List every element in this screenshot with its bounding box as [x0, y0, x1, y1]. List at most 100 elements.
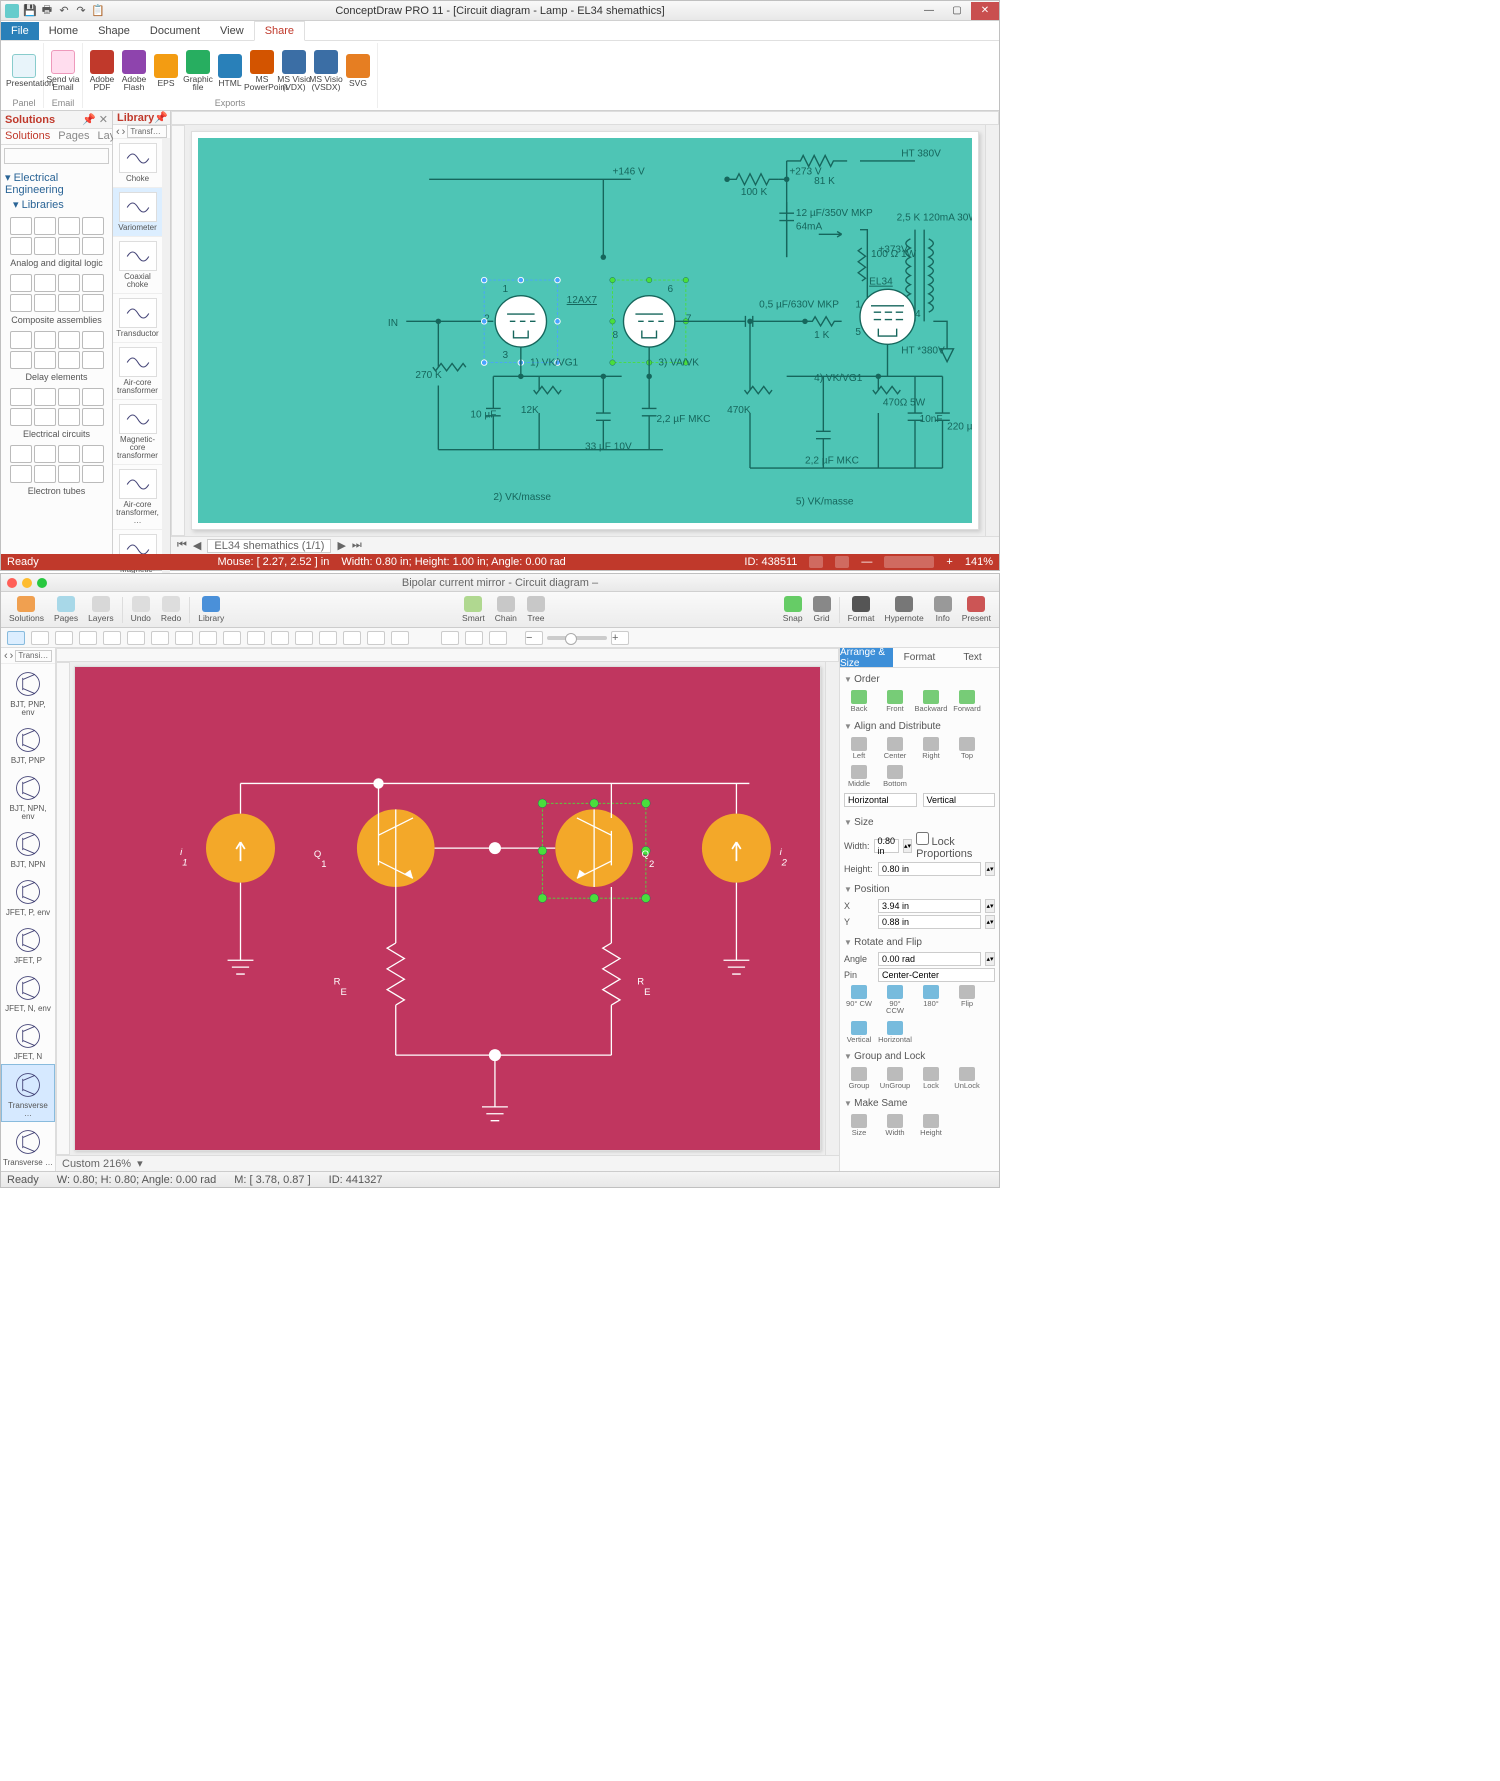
section-makesame[interactable]: Make Same — [844, 1096, 995, 1111]
section-size[interactable]: Size — [844, 815, 995, 830]
align-left-button[interactable]: Left — [844, 737, 874, 760]
chain-button[interactable]: Chain — [495, 596, 517, 623]
tree-button[interactable]: Tree — [527, 596, 545, 623]
width-input[interactable]: 0.80 in — [874, 839, 900, 853]
snap-button[interactable]: Snap — [783, 596, 803, 623]
library-item[interactable]: Magnetic-core transformer — [113, 400, 162, 465]
section-group[interactable]: Group and Lock — [844, 1049, 995, 1064]
pagetab-fwd-icon[interactable]: ▶ — [337, 539, 345, 552]
tool[interactable] — [31, 631, 49, 645]
flip-button[interactable]: Flip — [952, 985, 982, 1015]
library-item[interactable]: BJT, NPN, env — [1, 768, 55, 824]
section-align[interactable]: Align and Distribute — [844, 719, 995, 734]
library-item[interactable]: Coaxial choke — [113, 237, 162, 294]
tool[interactable] — [319, 631, 337, 645]
insp-tab-text[interactable]: Text — [946, 648, 999, 667]
traffic-close-button[interactable] — [7, 578, 17, 588]
x-input[interactable]: 3.94 in — [878, 899, 981, 913]
library-item[interactable]: BJT, PNP, env — [1, 664, 55, 720]
library-item[interactable]: BJT, PNP — [1, 720, 55, 768]
export-ppt-button[interactable]: MS PowerPoint — [249, 50, 275, 92]
order-front-button[interactable]: Front — [880, 690, 910, 713]
x-stepper[interactable]: ▴▾ — [985, 899, 995, 913]
tab-view[interactable]: View — [210, 22, 254, 40]
shelf-cell[interactable] — [10, 217, 32, 235]
ruler-horizontal[interactable] — [171, 111, 999, 125]
undo-button[interactable]: Undo — [131, 596, 151, 623]
section-rotate[interactable]: Rotate and Flip — [844, 935, 995, 950]
zoom-slider[interactable] — [884, 556, 934, 568]
ruler-vertical[interactable] — [56, 662, 70, 1155]
pages-button[interactable]: Pages — [54, 596, 78, 623]
tool[interactable] — [199, 631, 217, 645]
tree-electrical[interactable]: ▾ Electrical Engineering — [5, 171, 108, 196]
zoom-fit-icon[interactable] — [465, 631, 483, 645]
library-item[interactable]: JFET, N, env — [1, 968, 55, 1016]
send-email-button[interactable]: Send via Email — [50, 50, 76, 92]
library-item[interactable]: Air-core transformer, … — [113, 465, 162, 530]
ruler-vertical[interactable] — [171, 125, 185, 536]
presentation-button[interactable]: Presentation — [11, 54, 37, 88]
libnav-fwd-icon[interactable]: › — [122, 126, 126, 138]
export-vdx-button[interactable]: MS Visio (VDX) — [281, 50, 307, 92]
libnav-fwd-icon[interactable]: › — [10, 650, 14, 662]
grid-button[interactable]: Grid — [813, 596, 831, 623]
tab-file[interactable]: File — [1, 22, 39, 40]
eyedrop-icon[interactable] — [489, 631, 507, 645]
library-item[interactable]: Transverse … — [1, 1122, 55, 1170]
same-height-button[interactable]: Height — [916, 1114, 946, 1137]
unlock-button[interactable]: UnLock — [952, 1067, 982, 1090]
zoom-out-icon[interactable] — [441, 631, 459, 645]
insp-tab-format[interactable]: Format — [893, 648, 946, 667]
tool[interactable] — [103, 631, 121, 645]
pin-select[interactable]: Center-Center — [878, 968, 995, 982]
pointer-tool[interactable] — [7, 631, 25, 645]
close-button[interactable]: ✕ — [971, 2, 999, 20]
rotate-ccw-button[interactable]: 90° CCW — [880, 985, 910, 1015]
order-forward-button[interactable]: Forward — [952, 690, 982, 713]
tool[interactable] — [175, 631, 193, 645]
export-html-button[interactable]: HTML — [217, 54, 243, 88]
height-input[interactable]: 0.80 in — [878, 862, 981, 876]
library-item[interactable]: Air-core transformer — [113, 343, 162, 400]
canvas-vscrollbar[interactable] — [825, 662, 839, 1155]
qat-undo-icon[interactable]: ↶ — [57, 4, 71, 18]
qat-print-icon[interactable]: 🖶 — [40, 4, 54, 18]
library-scrollbar[interactable] — [162, 139, 170, 603]
solutions-button[interactable]: Solutions — [9, 596, 44, 623]
export-graphic-button[interactable]: Graphic file — [185, 50, 211, 92]
library-item[interactable]: Transverse … — [1, 1064, 55, 1122]
qat-save-icon[interactable]: 💾 — [23, 4, 37, 18]
status-btn[interactable] — [835, 556, 849, 568]
tool[interactable] — [79, 631, 97, 645]
traffic-minimize-button[interactable] — [22, 578, 32, 588]
tree-libraries[interactable]: ▾ Libraries — [13, 198, 108, 211]
order-backward-button[interactable]: Backward — [916, 690, 946, 713]
hypernote-button[interactable]: Hypernote — [885, 596, 924, 623]
export-vsdx-button[interactable]: MS Visio (VSDX) — [313, 50, 339, 92]
pin-icon[interactable]: 📌 — [82, 113, 96, 126]
redo-button[interactable]: Redo — [161, 596, 181, 623]
library-item[interactable]: JFET, P — [1, 920, 55, 968]
pagetab-last-icon[interactable]: ⏭ — [352, 539, 362, 552]
tool[interactable] — [295, 631, 313, 645]
pagetab-back-icon[interactable]: ◀ — [193, 539, 201, 552]
qat-paste-icon[interactable]: 📋 — [91, 4, 105, 18]
tab-home[interactable]: Home — [39, 22, 88, 40]
zoom-minus-icon[interactable]: − — [525, 631, 543, 645]
status-btn[interactable] — [809, 556, 823, 568]
tab-shape[interactable]: Shape — [88, 22, 140, 40]
group-button[interactable]: Group — [844, 1067, 874, 1090]
tool[interactable] — [55, 631, 73, 645]
align-top-button[interactable]: Top — [952, 737, 982, 760]
flip-h-button[interactable]: Horizontal — [880, 1021, 910, 1044]
y-input[interactable]: 0.88 in — [878, 915, 981, 929]
solutions-search[interactable] — [4, 148, 109, 164]
pin-icon[interactable]: 📌 — [154, 111, 168, 124]
info-button[interactable]: Info — [934, 596, 952, 623]
libnav-back-icon[interactable]: ‹ — [116, 126, 120, 138]
library-item[interactable]: Variometer — [113, 188, 162, 237]
lock-button[interactable]: Lock — [916, 1067, 946, 1090]
library-item[interactable]: Transductor — [113, 294, 162, 343]
tab-document[interactable]: Document — [140, 22, 210, 40]
